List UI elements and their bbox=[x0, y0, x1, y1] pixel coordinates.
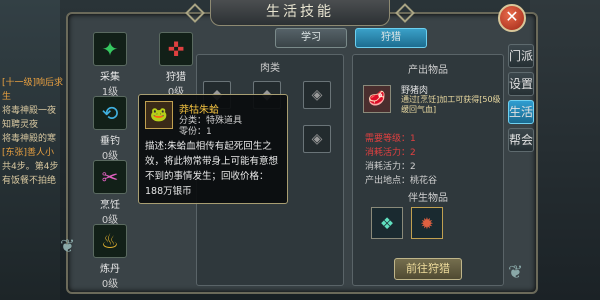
close-icon: ✕ bbox=[505, 7, 519, 26]
side-tab-guild[interactable]: 帮会 bbox=[508, 128, 534, 152]
close-button[interactable]: ✕ bbox=[498, 4, 526, 32]
partner-item-slot[interactable]: ❖ bbox=[371, 207, 403, 239]
skill-name: 烹饪 bbox=[100, 200, 120, 211]
leaf-ornament-icon: ❦ bbox=[60, 236, 76, 257]
item-tooltip: 🐸 莽牯朱蛤 分类：特殊道具 零份：1 描述:朱蛤血相传有起死回生之效，将此物常… bbox=[138, 94, 288, 204]
fishing-icon: ⟲ bbox=[93, 96, 127, 130]
meat-title: 肉类 bbox=[260, 63, 280, 74]
chat-line: 知聘灵夜 bbox=[2, 120, 39, 130]
hunt-icon: ✜ bbox=[159, 32, 193, 66]
partner-item-slot[interactable]: ✹ bbox=[411, 207, 443, 239]
produce-title: 产出物品 bbox=[408, 65, 448, 76]
cooking-icon: ✂ bbox=[93, 160, 127, 194]
gather-icon: ✦ bbox=[93, 32, 127, 66]
chat-line: [十一级]响后求生 bbox=[2, 78, 64, 102]
leaf-ornament-icon: ❦ bbox=[508, 262, 524, 283]
required-level: 需要等级：1 bbox=[365, 134, 416, 144]
chat-line: [东张]善人小 bbox=[2, 148, 55, 158]
partner-title: 伴生物品 bbox=[408, 193, 448, 204]
tab-label: 狩猎 bbox=[381, 32, 401, 43]
meat-slot[interactable]: ◈ bbox=[303, 81, 331, 109]
produce-section: 产出物品 🥩 野猪肉 通过[烹饪]加工可获得[50级缓回气血] 需要等级：1 消… bbox=[352, 54, 504, 286]
produce-item-desc: 通过[烹饪]加工可获得[50级缓回气血] bbox=[401, 95, 501, 114]
skill-name: 采集 bbox=[100, 72, 120, 83]
skill-gather[interactable]: ✦ 采集 1级 bbox=[78, 32, 142, 98]
tooltip-quantity: 零份：1 bbox=[179, 127, 212, 137]
chat-line: 有饭餐不拍绝 bbox=[2, 176, 57, 186]
go-hunt-button[interactable]: 前往狩猎 bbox=[394, 258, 462, 280]
tab-label: 学习 bbox=[301, 32, 321, 43]
chat-line: 将毒神殿的寒 bbox=[2, 134, 57, 144]
meat-slot[interactable]: ◈ bbox=[303, 125, 331, 153]
skill-alchemy[interactable]: ♨ 炼丹 0级 bbox=[78, 224, 142, 290]
tooltip-description: 描述:朱蛤血相传有起死回生之效，将此物常带身上可能有意想不到的事情发生；回收价格… bbox=[145, 141, 279, 197]
chat-line: 将毒神殿一夜 bbox=[2, 106, 57, 116]
skill-fishing[interactable]: ⟲ 垂钓 0级 bbox=[78, 96, 142, 162]
title-text: 生活技能 bbox=[266, 4, 334, 20]
tab-hunt[interactable]: 狩猎 bbox=[355, 28, 427, 48]
skill-cooking[interactable]: ✂ 烹饪 0级 bbox=[78, 160, 142, 226]
boar-meat-icon[interactable]: 🥩 bbox=[363, 85, 391, 113]
skill-name: 炼丹 bbox=[100, 264, 120, 275]
stamina-cost: 消耗活力：2 bbox=[365, 162, 416, 172]
right-hud bbox=[530, 0, 600, 300]
required-stamina: 消耗活力：2 bbox=[365, 148, 416, 158]
side-tab-sect[interactable]: 门派 bbox=[508, 44, 534, 68]
skill-level: 0级 bbox=[101, 279, 119, 290]
toad-icon: 🐸 bbox=[145, 101, 173, 129]
side-tab-life[interactable]: 生活 bbox=[508, 100, 534, 124]
side-tab-bar: 门派 设置 生活 帮会 bbox=[508, 44, 534, 156]
skill-name: 垂钓 bbox=[100, 136, 120, 147]
tab-learn[interactable]: 学习 bbox=[275, 28, 347, 48]
go-hunt-label: 前往狩猎 bbox=[406, 262, 450, 275]
side-tab-settings[interactable]: 设置 bbox=[508, 72, 534, 96]
chat-log: [十一级]响后求生 将毒神殿一夜 知聘灵夜 将毒神殿的寒 [东张]善人小 共4步… bbox=[0, 74, 70, 186]
chat-line: 共4步。第4步 bbox=[2, 162, 59, 172]
window-title: 生活技能 bbox=[210, 0, 390, 26]
produce-location: 产出地点：桃花谷 bbox=[365, 176, 438, 186]
alchemy-icon: ♨ bbox=[93, 224, 127, 258]
